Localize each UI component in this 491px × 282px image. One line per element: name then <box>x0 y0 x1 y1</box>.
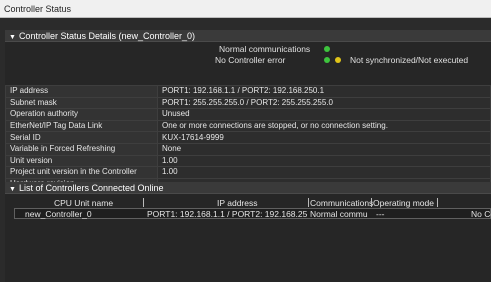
sync-status-label: Not synchronized/Not executed <box>350 55 469 65</box>
controller-error-indicator-icon <box>324 57 330 63</box>
details-section-title: Controller Status Details (new_Controlle… <box>18 31 196 41</box>
detail-key: Operation authority <box>5 108 158 121</box>
window-title: Controller Status <box>0 0 491 18</box>
detail-row: Subnet mask PORT1: 255.255.255.0 / PORT2:… <box>5 96 491 110</box>
status-indicator-area: Normal communications No Controller erro… <box>5 42 491 85</box>
list-section-header[interactable]: ▼ List of Controllers Connected Online <box>5 182 491 194</box>
cell-next-column: No Co <box>471 209 491 219</box>
sync-status-indicator-icon <box>335 57 341 63</box>
detail-row: Project unit version in the Controller 1.… <box>5 166 491 179</box>
detail-row: Serial ID KUX-17614-9999 <box>5 131 491 144</box>
column-separator[interactable] <box>371 198 372 207</box>
detail-value: One or more connections are stopped, or … <box>157 119 491 133</box>
column-separator[interactable] <box>437 198 438 207</box>
column-header-cpu-unit-name[interactable]: CPU Unit name <box>54 198 113 208</box>
column-header-operating-mode[interactable]: Operating mode <box>373 198 434 208</box>
cell-cpu-unit-name: new_Controller_0 <box>25 209 92 219</box>
detail-value: Unused <box>157 108 491 121</box>
detail-key: Variable in Forced Refreshing <box>5 142 158 156</box>
cell-operating-mode: --- <box>376 209 385 219</box>
detail-value: None <box>157 142 491 156</box>
detail-key: Unit version <box>5 154 158 168</box>
detail-row: Operation authority Unused <box>5 108 491 121</box>
detail-value: PORT1: 255.255.255.0 / PORT2: 255.255.25… <box>157 96 491 110</box>
no-controller-error-label: No Controller error <box>215 55 286 65</box>
list-section-title: List of Controllers Connected Online <box>18 183 164 193</box>
detail-row: IP address PORT1: 192.168.1.1 / PORT2: 19… <box>5 85 491 98</box>
column-header-communications[interactable]: Communications <box>310 198 373 208</box>
detail-value: PORT1: 192.168.1.1 / PORT2: 192.168.250.… <box>157 85 491 98</box>
cell-communications: Normal commu <box>310 209 368 219</box>
collapse-triangle-icon[interactable]: ▼ <box>9 34 16 41</box>
collapse-triangle-icon[interactable]: ▼ <box>9 186 16 193</box>
controllers-online-panel: ▼ List of Controllers Connected Online CP… <box>5 182 491 282</box>
column-header-ip-address[interactable]: IP address <box>217 198 257 208</box>
detail-row: Unit version 1.00 <box>5 154 491 168</box>
detail-value: 1.00 <box>157 166 491 179</box>
column-separator[interactable] <box>308 198 309 207</box>
detail-row: EtherNet/IP Tag Data Link One or more con… <box>5 119 491 133</box>
details-section-header[interactable]: ▼ Controller Status Details (new_Controll… <box>5 30 491 42</box>
cell-ip-address: PORT1: 192.168.1.1 / PORT2: 192.168.250.… <box>147 209 307 219</box>
detail-key: Project unit version in the Controller <box>5 166 158 179</box>
detail-key: Serial ID <box>5 131 158 144</box>
detail-value: 1.00 <box>157 154 491 168</box>
controller-status-details-panel: ▼ Controller Status Details (new_Controll… <box>5 30 491 191</box>
detail-key: IP address <box>5 85 158 98</box>
detail-key: Subnet mask <box>5 96 158 110</box>
normal-communications-indicator-icon <box>324 46 330 52</box>
column-separator[interactable] <box>143 198 144 207</box>
detail-key: EtherNet/IP Tag Data Link <box>5 119 158 133</box>
normal-communications-label: Normal communications <box>219 44 311 54</box>
detail-value: KUX-17614-9999 <box>157 131 491 144</box>
controller-details-table: IP address PORT1: 192.168.1.1 / PORT2: 19… <box>5 85 491 191</box>
detail-row: Variable in Forced Refreshing None <box>5 142 491 156</box>
